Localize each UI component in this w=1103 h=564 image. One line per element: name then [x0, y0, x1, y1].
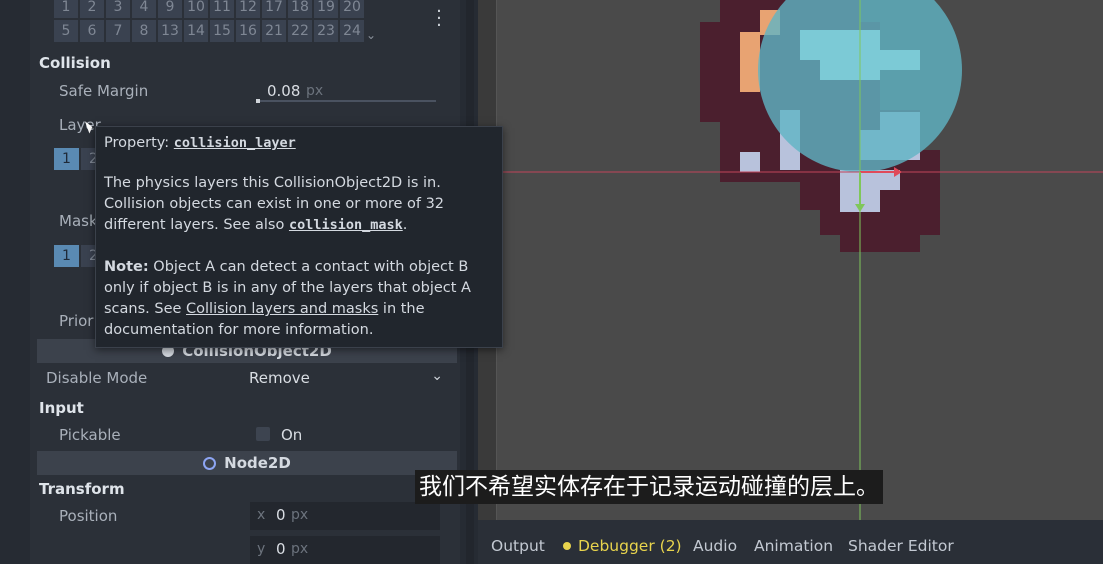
safe-margin-field[interactable]: 0.08 px — [256, 80, 438, 104]
tooltip-desc-end: . — [402, 217, 408, 233]
layer-grid-top-cell[interactable]: 11 — [210, 0, 234, 18]
sprite-scene — [478, 0, 1103, 520]
tab-audio[interactable]: Audio — [693, 537, 737, 555]
layer-grid-top-cell[interactable]: 1 — [54, 0, 78, 18]
layer-grid-top-cell[interactable]: 8 — [132, 20, 156, 42]
section-transform: Transform — [39, 480, 125, 498]
layer-grid-top-cell[interactable]: 14 — [184, 20, 208, 42]
layer-grid-top-cell[interactable]: 19 — [314, 0, 338, 18]
disable-mode-value: Remove — [249, 369, 310, 387]
pickable-value: On — [281, 426, 303, 444]
safe-margin-slider-grabber[interactable] — [256, 99, 260, 103]
disable-mode-label: Disable Mode — [46, 369, 148, 387]
layer-grid-top-cell[interactable]: 7 — [106, 20, 130, 42]
position-x-value: 0 — [276, 506, 286, 524]
position-label: Position — [59, 507, 118, 525]
node2d-label: Node2D — [224, 454, 291, 472]
more-options-icon[interactable]: · · · — [432, 3, 446, 35]
layer-grid-top-cell[interactable]: 4 — [132, 0, 156, 18]
tooltip-property-name: collision_layer — [173, 135, 296, 151]
canvas-viewport[interactable] — [478, 0, 1103, 520]
layer-grid-top-cell[interactable]: 5 — [54, 20, 78, 42]
position-x-unit: px — [291, 507, 309, 523]
chevron-down-icon: ⌄ — [431, 368, 443, 384]
tooltip-note-link[interactable]: Collision layers and masks — [186, 301, 378, 317]
tooltip-prefix: Property: — [104, 135, 174, 151]
position-x-axis: x — [257, 507, 266, 523]
layer-grid-top-cell[interactable]: 24 — [340, 20, 364, 42]
tooltip-desc-link[interactable]: collision_mask — [289, 217, 403, 233]
tab-shader-editor[interactable]: Shader Editor — [848, 537, 954, 555]
layer-grid-top-cell[interactable]: 2 — [80, 0, 104, 18]
tab-output[interactable]: Output — [491, 537, 545, 555]
safe-margin-label: Safe Margin — [59, 82, 149, 100]
position-y-field[interactable]: y 0 px — [250, 536, 440, 564]
position-x-field[interactable]: x 0 px — [250, 502, 440, 530]
layer-grid-top-cell[interactable]: 17 — [262, 0, 286, 18]
tab-debugger[interactable]: Debugger (2) — [578, 537, 682, 555]
pickable-checkbox[interactable] — [256, 427, 270, 441]
tab-animation[interactable]: Animation — [754, 537, 833, 555]
section-input: Input — [39, 399, 84, 417]
expand-arrow-icon[interactable]: ⌄ — [366, 28, 376, 42]
layer-grid-top-cell[interactable]: 20 — [340, 0, 364, 18]
layer-grid-top-cell[interactable]: 15 — [210, 20, 234, 42]
node2d-icon — [203, 456, 217, 470]
layer-grid-top-cell[interactable]: 22 — [288, 20, 312, 42]
section-collision: Collision — [39, 54, 111, 72]
layer-grid-top-cell[interactable]: 16 — [236, 20, 260, 42]
layer-grid-top: 1 2 3 4 9 10 11 12 17 18 19 20 5 6 7 8 13 14 15 16 21 22 23 24 — [54, 0, 364, 42]
pickable-label: Pickable — [59, 426, 121, 444]
safe-margin-value: 0.08 — [267, 82, 301, 100]
layer-grid-top-cell[interactable]: 12 — [236, 0, 260, 18]
position-y-axis: y — [257, 541, 266, 557]
disable-mode-dropdown[interactable]: Remove ⌄ — [249, 366, 449, 390]
position-y-value: 0 — [276, 540, 286, 558]
mask-bit[interactable]: 1 — [54, 245, 79, 267]
layer-grid-top-cell[interactable]: 10 — [184, 0, 208, 18]
layer-grid-top-cell[interactable]: 23 — [314, 20, 338, 42]
priority-label: Prior — [59, 312, 94, 330]
debugger-status-dot-icon — [563, 542, 571, 550]
layer-grid-top-cell[interactable]: 3 — [106, 0, 130, 18]
tooltip-note-label: Note: — [104, 259, 149, 275]
video-subtitle: 我们不希望实体存在于记录运动碰撞的层上。 — [415, 470, 883, 504]
node2d-header[interactable]: Node2D — [37, 451, 457, 475]
layer-bit[interactable]: 1 — [54, 148, 79, 170]
layer-grid-top-cell[interactable]: 21 — [262, 20, 286, 42]
position-y-unit: px — [291, 541, 309, 557]
safe-margin-unit: px — [306, 83, 324, 99]
safe-margin-slider[interactable] — [256, 99, 436, 103]
property-tooltip: Property: collision_layer The physics la… — [95, 126, 503, 348]
layer-grid-top-cell[interactable]: 9 — [158, 0, 182, 18]
mask-label: Mask — [59, 212, 98, 230]
layer-grid-top-cell[interactable]: 13 — [158, 20, 182, 42]
layer-grid-top-cell[interactable]: 18 — [288, 0, 312, 18]
layer-grid-top-cell[interactable]: 6 — [80, 20, 104, 42]
